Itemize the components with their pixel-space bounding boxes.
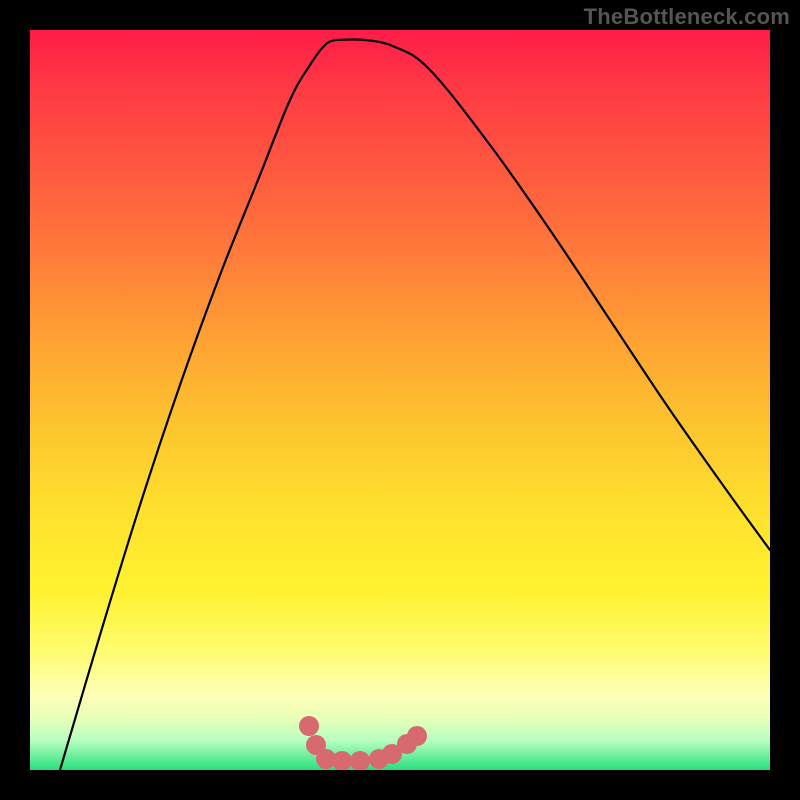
bottleneck-curve-right bbox=[335, 39, 770, 550]
chart-frame: TheBottleneck.com bbox=[0, 0, 800, 800]
marker-group bbox=[299, 716, 427, 770]
data-point-marker bbox=[299, 716, 319, 736]
bottleneck-curve-left bbox=[60, 40, 335, 770]
plot-area bbox=[30, 30, 770, 770]
data-point-marker bbox=[407, 726, 427, 746]
data-point-marker bbox=[332, 751, 352, 770]
data-point-marker bbox=[350, 751, 370, 770]
watermark-text: TheBottleneck.com bbox=[584, 4, 790, 30]
curve-layer bbox=[30, 30, 770, 770]
